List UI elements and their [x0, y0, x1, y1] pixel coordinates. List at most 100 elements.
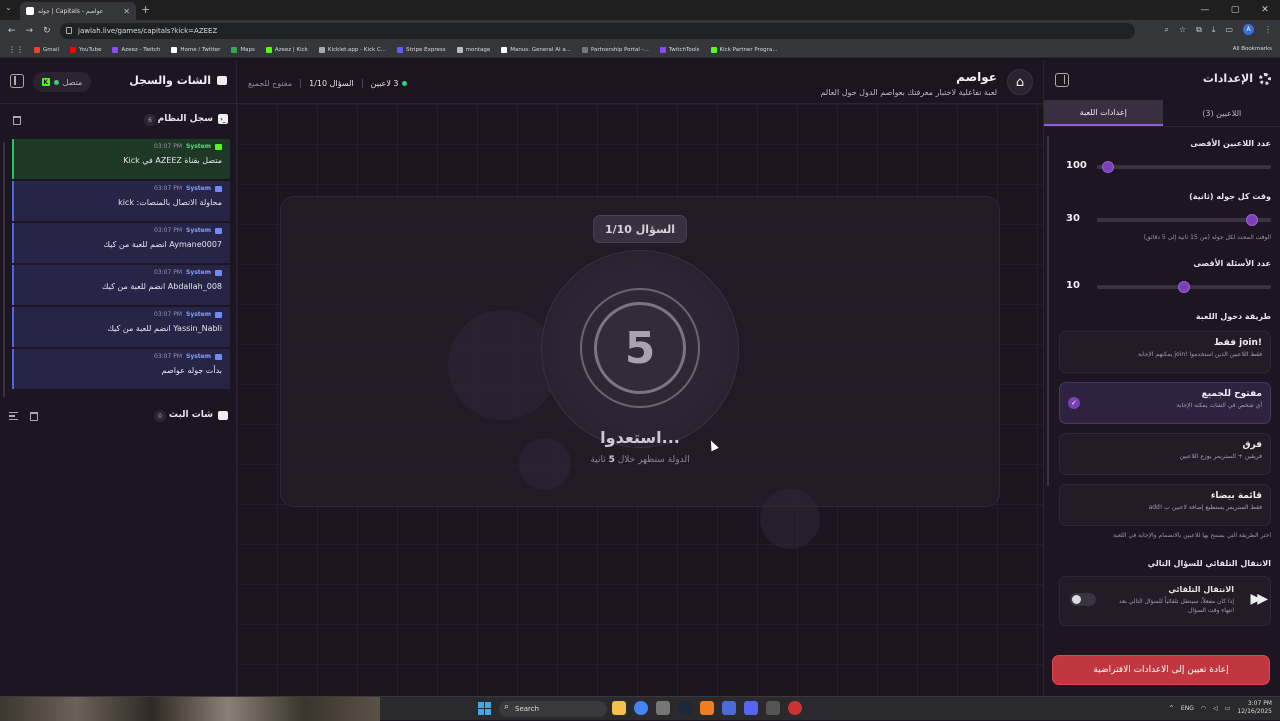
settings-scrollbar[interactable] — [1047, 136, 1049, 486]
all-bookmarks[interactable]: All Bookmarks — [1233, 46, 1272, 52]
game-status: 3 لاعبين السؤال 1/10 مفتوح للجميع — [248, 79, 407, 88]
cast-icon[interactable]: ▭ — [1225, 25, 1233, 34]
home-button[interactable]: ⌂ — [1007, 69, 1033, 95]
log-source: System — [186, 143, 211, 150]
battery-icon[interactable]: ▭ — [1225, 705, 1231, 712]
site-info-icon[interactable] — [66, 27, 72, 34]
downloads-icon[interactable]: ⤓ — [1212, 25, 1216, 35]
entry-option[interactable]: !join فقطفقط اللاعبين الذين استخدموا !jo… — [1059, 331, 1271, 373]
browser-tab[interactable]: جوله | Capitals - عواصم ✕ — [20, 2, 136, 20]
bookmark-favicon-icon — [660, 47, 666, 53]
reload-icon[interactable]: ↻ — [43, 26, 51, 36]
file-explorer-icon[interactable] — [612, 701, 626, 715]
entry-option-desc: فريقين + الستريمر يوزع اللاعبين — [1068, 453, 1262, 460]
lang-indicator[interactable]: ENG — [1181, 705, 1194, 712]
discord-icon[interactable] — [744, 701, 758, 715]
tab-search-icon[interactable]: ⌄ — [5, 3, 12, 12]
max-questions-slider[interactable] — [1097, 285, 1271, 289]
bookmark-item[interactable]: Maps — [231, 47, 254, 53]
bookmark-item[interactable]: Azeez | Kick — [266, 47, 308, 53]
game-header: 3 لاعبين السؤال 1/10 مفتوح للجميع عواصم … — [237, 60, 1043, 104]
window-controls: — ▢ ✕ — [1190, 0, 1280, 20]
reset-defaults-button[interactable]: إعادة تعيين إلى الاعدادات الافتراضية — [1053, 656, 1269, 684]
taskbar-search[interactable]: Search — [499, 701, 607, 717]
entry-option[interactable]: ✓مفتوح للجميعأي شخص في الشات يمكنه الإجا… — [1059, 382, 1271, 424]
profile-avatar[interactable]: A — [1243, 24, 1254, 35]
close-tab-icon[interactable]: ✕ — [123, 7, 130, 16]
menu-icon[interactable]: ⋮ — [1264, 25, 1272, 34]
bookmark-item[interactable]: Azeez - Twitch — [112, 47, 160, 53]
calculator-icon[interactable] — [656, 701, 670, 715]
bookmark-label: TwitchTools — [669, 47, 700, 53]
bookmark-item[interactable]: Kick Partner Progra... — [711, 47, 778, 53]
chrome-icon[interactable] — [634, 701, 648, 715]
clock[interactable]: 3:07 PM 12/16/2025 — [1237, 700, 1272, 716]
entry-option[interactable]: قائمة بيضاءفقط الستريمر يستطيع إضافة لاع… — [1059, 484, 1271, 526]
apps-icon[interactable]: ⋮⋮ — [8, 45, 24, 54]
entry-option-desc: فقط اللاعبين الذين استخدموا !join يمكنهم… — [1068, 351, 1262, 358]
bookmark-item[interactable]: TwitchTools — [660, 47, 700, 53]
bookmark-favicon-icon — [70, 47, 76, 53]
bookmark-favicon-icon — [231, 47, 237, 53]
bookmark-item[interactable]: montage — [457, 47, 491, 53]
tab-game-settings[interactable]: إعدادات اللعبة — [1044, 100, 1163, 126]
collapse-right-icon[interactable] — [1055, 73, 1069, 87]
bookmark-item[interactable]: Home / Twitter — [171, 47, 220, 53]
bookmark-star-icon[interactable]: ☆ — [1179, 25, 1186, 34]
bookmark-item[interactable]: Gmail — [34, 47, 59, 53]
max-players-slider[interactable] — [1097, 165, 1271, 169]
tab-players[interactable]: اللاعبين (3) — [1163, 100, 1280, 126]
app-icon[interactable] — [766, 701, 780, 715]
wifi-icon[interactable]: ◠ — [1201, 705, 1206, 712]
tray-chevron-icon[interactable]: ^ — [1169, 705, 1174, 712]
close-window-icon[interactable]: ✕ — [1250, 0, 1280, 20]
url-field[interactable]: jawlah.live/games/capitals?kick=AZEEZ — [60, 23, 1135, 39]
minimize-icon[interactable]: — — [1190, 0, 1220, 20]
log-source: System — [186, 311, 211, 318]
log-scrollbar[interactable] — [3, 142, 5, 397]
taskbar-wallpaper — [0, 697, 380, 721]
bookmark-label: Gmail — [43, 47, 59, 53]
status-dot-icon — [54, 80, 59, 85]
settings-body: عدد اللاعبين الأقصى 100 وقت كل جوله (ثان… — [1044, 128, 1280, 648]
slider-thumb[interactable] — [1102, 161, 1114, 173]
back-icon[interactable]: ← — [8, 26, 16, 36]
slider-thumb[interactable] — [1246, 214, 1258, 226]
vlc-icon[interactable] — [700, 701, 714, 715]
auto-next-toggle[interactable] — [1070, 593, 1096, 606]
reveal-prefix: الدولة ستظهر خلال — [618, 455, 690, 465]
bookmark-item[interactable]: YouTube — [70, 47, 101, 53]
zoom-icon[interactable]: ⌕ — [1165, 25, 1169, 35]
bookmark-item[interactable]: Stripe Express — [397, 47, 446, 53]
address-bar-row: ← → ↻ jawlah.live/games/capitals?kick=AZ… — [0, 20, 1280, 42]
log-message: متصل بقناة AZEEZ في Kick — [22, 156, 222, 165]
clear-chat-trash-icon[interactable] — [30, 412, 38, 421]
auto-next-card: الانتقال التلقائي إذا كان مفعلاً، سينتقل… — [1059, 576, 1271, 626]
system-log-header[interactable]: 6 سجل النظام ›_ — [0, 108, 237, 132]
steam-icon[interactable] — [678, 701, 692, 715]
app-icon[interactable] — [788, 701, 802, 715]
new-tab-icon[interactable]: + — [141, 3, 150, 16]
reveal-seconds: 5 — [609, 455, 615, 465]
app-icon[interactable] — [722, 701, 736, 715]
maximize-icon[interactable]: ▢ — [1220, 0, 1250, 20]
forward-icon[interactable]: → — [26, 26, 34, 36]
bookmark-item[interactable]: Manus: General AI a... — [501, 47, 571, 53]
collapse-left-icon[interactable] — [10, 74, 24, 88]
extensions-icon[interactable]: ⧉ — [1196, 25, 1202, 35]
settings-tabs: إعدادات اللعبة اللاعبين (3) — [1044, 100, 1280, 127]
bookmark-item[interactable]: Kicklet.app - Kick C... — [319, 47, 386, 53]
filter-icon[interactable] — [9, 412, 18, 420]
platform-icon — [215, 354, 222, 360]
slider-thumb[interactable] — [1178, 281, 1190, 293]
bookmark-item[interactable]: Partnership Portal -... — [582, 47, 649, 53]
bookmark-label: Manus: General AI a... — [510, 47, 571, 53]
volume-icon[interactable]: ◁ — [1213, 705, 1218, 712]
clear-log-trash-icon[interactable] — [13, 116, 21, 125]
entry-option[interactable]: فرقفريقين + الستريمر يوزع اللاعبين — [1059, 433, 1271, 475]
windows-start-icon[interactable] — [478, 702, 491, 715]
max-players-value: 100 — [1066, 160, 1087, 171]
round-time-slider[interactable] — [1097, 218, 1271, 222]
stream-chat-header[interactable]: 0 شات البث — [0, 404, 237, 428]
bookmark-label: Home / Twitter — [180, 47, 220, 53]
